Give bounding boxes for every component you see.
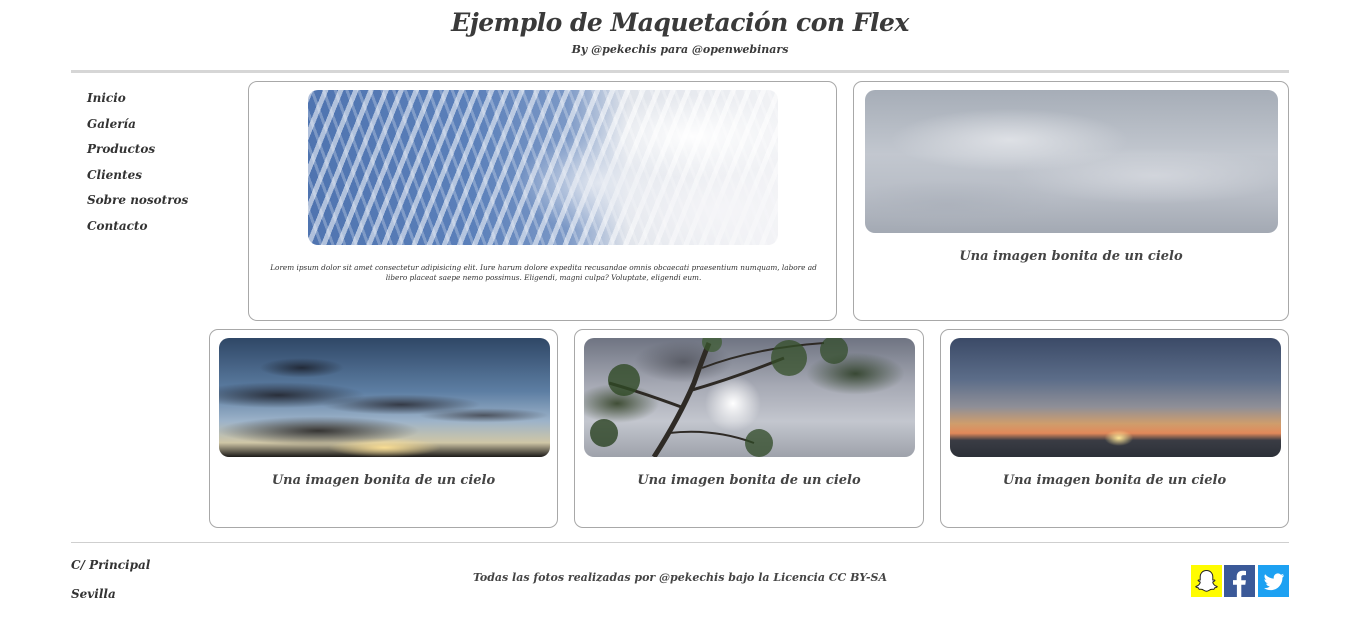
nav-item-galeria[interactable]: Galería xyxy=(87,114,237,140)
site-subtitle: By @pekechis para @openwebinars xyxy=(571,43,789,56)
featured-card: Lorem ipsum dolor sit amet consectetur a… xyxy=(248,81,837,321)
nav-item-sobre-nosotros[interactable]: Sobre nosotros xyxy=(87,190,237,216)
site-header: Ejemplo de Maquetación con Flex By @peke… xyxy=(71,0,1289,72)
address-city: Sevilla xyxy=(71,587,116,601)
nav-item-inicio[interactable]: Inicio xyxy=(87,88,237,114)
page: Ejemplo de Maquetación con Flex By @peke… xyxy=(0,0,1362,622)
gallery-card-dusk: Una imagen bonita de un cielo xyxy=(940,329,1289,528)
twitter-icon[interactable] xyxy=(1258,565,1289,597)
tree-branches-graphic xyxy=(590,338,848,457)
snapchat-icon[interactable] xyxy=(1191,565,1222,597)
footer-credits: Todas las fotos realizadas por @pekechis… xyxy=(472,571,888,584)
featured-card-text: Lorem ipsum dolor sit amet consectetur a… xyxy=(270,263,817,283)
footer-address: C/ Principal Sevilla xyxy=(71,556,150,614)
sky-image-tree xyxy=(584,338,915,457)
nav-item-contacto[interactable]: Contacto xyxy=(87,216,237,242)
nav-list: Inicio Galería Productos Clientes Sobre … xyxy=(87,88,237,242)
header-divider xyxy=(71,70,1289,73)
card-caption: Una imagen bonita de un cielo xyxy=(1002,473,1227,488)
site-title: Ejemplo de Maquetación con Flex xyxy=(451,8,909,37)
card-caption: Una imagen bonita de un cielo xyxy=(959,249,1183,264)
card-caption: Una imagen bonita de un cielo xyxy=(637,473,861,488)
gallery-card-overcast: Una imagen bonita de un cielo xyxy=(853,81,1289,321)
gallery-card-sunset-clouds: Una imagen bonita de un cielo xyxy=(209,329,558,528)
sky-image-dusk xyxy=(950,338,1281,457)
sky-image-sunset-clouds xyxy=(219,338,550,457)
nav-item-productos[interactable]: Productos xyxy=(87,139,237,165)
nav-item-clientes[interactable]: Clientes xyxy=(87,165,237,191)
sky-image-overcast xyxy=(865,90,1278,233)
sidebar-nav: Inicio Galería Productos Clientes Sobre … xyxy=(87,88,237,242)
facebook-icon[interactable] xyxy=(1224,565,1255,597)
sky-image-cirrus xyxy=(308,90,778,245)
address-street: C/ Principal xyxy=(71,558,151,572)
gallery-card-tree: Una imagen bonita de un cielo xyxy=(574,329,924,528)
footer-divider xyxy=(71,542,1289,543)
card-caption: Una imagen bonita de un cielo xyxy=(271,473,496,488)
